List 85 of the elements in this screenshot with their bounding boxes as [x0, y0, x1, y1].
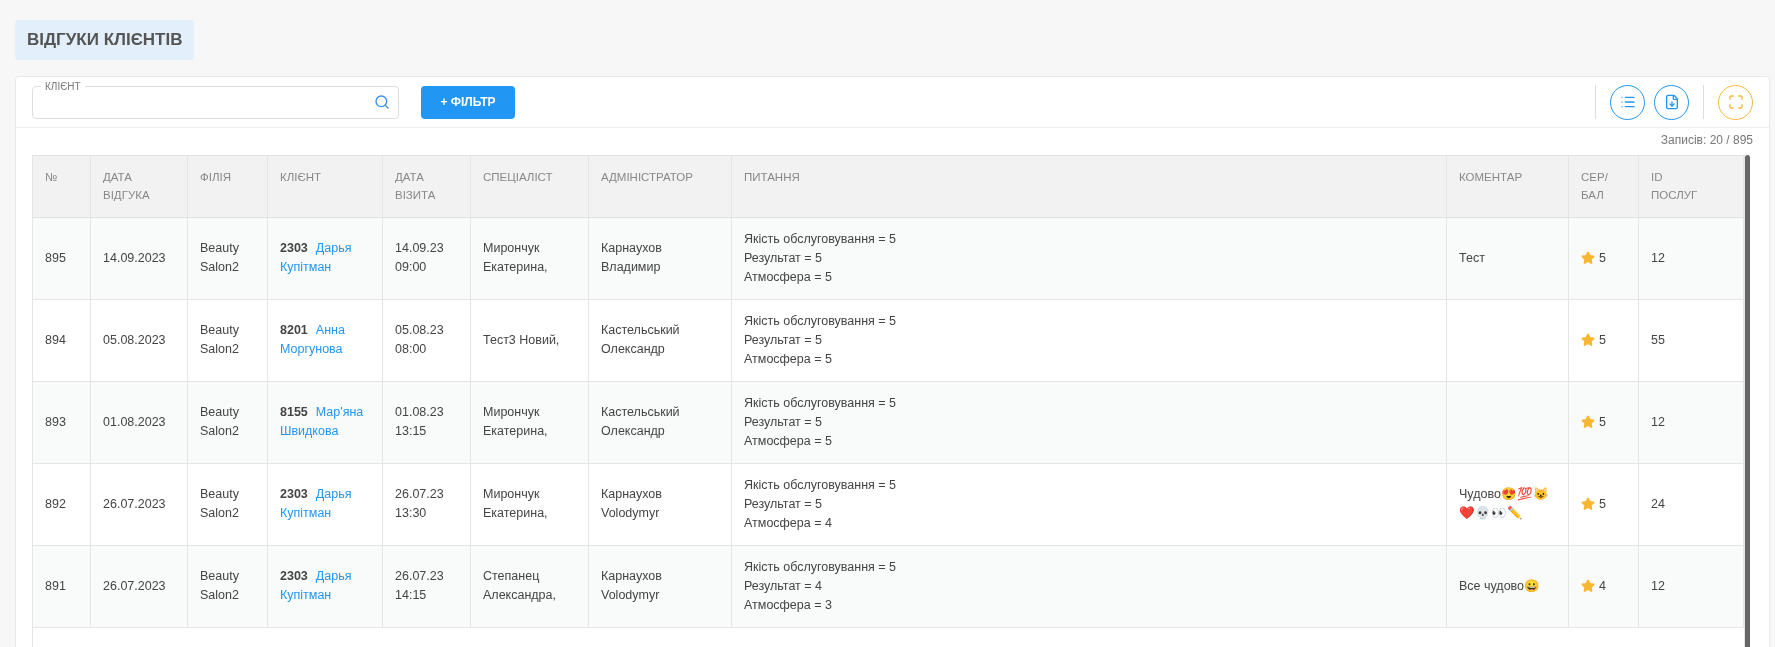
table-cell-text: 893	[45, 413, 66, 431]
question-score: Якість обслуговування = 5	[744, 394, 897, 412]
table-cell-text: 895	[45, 249, 66, 267]
table-cell-text: Карнаухов Владимир	[601, 240, 663, 276]
client-cell[interactable]: 8155 Мар'яна Швидкова	[280, 403, 370, 441]
comment-text: Все чудово😀	[1459, 577, 1541, 595]
search-icon	[374, 94, 390, 110]
table-cell-text: 12	[1651, 577, 1665, 595]
table-cell-text: Beauty Salon2	[200, 322, 240, 358]
table-cell-text: Кастельський Олександр	[601, 404, 681, 440]
question-score: Атмосфера = 3	[744, 596, 833, 614]
star-icon	[1581, 251, 1595, 265]
table-cell-text: Beauty Salon2	[200, 240, 240, 276]
column-header: ПИТАННЯ	[744, 169, 800, 185]
table-cell-text: 26.07.2023	[103, 577, 166, 595]
question-score: Атмосфера = 5	[744, 432, 833, 450]
column-header: №	[45, 169, 58, 185]
question-score: Атмосфера = 4	[744, 514, 833, 532]
table-cell-text: Кастельський Олександр	[601, 322, 681, 358]
column-header: СПЕЦІАЛІСТ	[483, 169, 553, 185]
star-icon	[1581, 415, 1595, 429]
column-header: ID ПОСЛУГ	[1651, 169, 1698, 203]
table-cell-text: Beauty Salon2	[200, 568, 240, 604]
table-cell-text: 14.09.23 09:00	[395, 240, 445, 276]
table-cell-text: 26.07.23 13:30	[395, 486, 445, 522]
table-cell-text: Карнаухов Volodymyr	[601, 486, 663, 522]
table-cell-text: 894	[45, 331, 66, 349]
table-cell-text: Мирончук Екатерина,	[483, 486, 549, 522]
table-cell-text: 12	[1651, 413, 1665, 431]
question-score: Результат = 5	[744, 331, 824, 349]
question-score: Результат = 4	[744, 577, 824, 595]
file-download-icon	[1663, 94, 1680, 110]
average-score: 5	[1599, 249, 1606, 267]
table-cell-text: Beauty Salon2	[200, 404, 240, 440]
table-cell-text: 26.07.23 14:15	[395, 568, 445, 604]
table-cell-text: 05.08.23 08:00	[395, 322, 445, 358]
table-cell-text: Тест3 Новий,	[483, 331, 560, 349]
client-cell[interactable]: 8201 Анна Моргунова	[280, 321, 370, 359]
table-cell-text: 24	[1651, 495, 1665, 513]
page-title: ВІДГУКИ КЛІЄНТІВ	[15, 20, 195, 60]
table-cell-text: 01.08.2023	[103, 413, 166, 431]
table-cell-text: 05.08.2023	[103, 331, 166, 349]
question-score: Атмосфера = 5	[744, 268, 833, 286]
question-score: Якість обслуговування = 5	[744, 312, 897, 330]
fullscreen-icon	[1727, 94, 1744, 110]
column-header: ФІЛІЯ	[200, 169, 231, 185]
question-score: Результат = 5	[744, 495, 824, 513]
client-cell[interactable]: 2303 Дарья Купітман	[280, 239, 370, 277]
column-header: СЕР/ БАЛ	[1581, 169, 1608, 203]
list-icon	[1619, 94, 1636, 110]
question-score: Якість обслуговування = 5	[744, 558, 897, 576]
star-icon	[1581, 333, 1595, 347]
average-score: 5	[1599, 331, 1606, 349]
average-score: 4	[1599, 577, 1606, 595]
table-cell-text: 55	[1651, 331, 1665, 349]
column-header: ДАТА ВІЗИТА	[395, 169, 436, 203]
table-cell-text: Beauty Salon2	[200, 486, 240, 522]
column-header: АДМІНІСТРАТОР	[601, 169, 693, 185]
table-cell-text: Мирончук Екатерина,	[483, 404, 549, 440]
column-header: КЛІЄНТ	[280, 169, 322, 185]
comment-text: Тест	[1459, 249, 1485, 267]
comment-text: Чудово😍💯😺❤💀👀✏	[1459, 486, 1550, 522]
question-score: Результат = 5	[744, 413, 824, 431]
question-score: Атмосфера = 5	[744, 350, 833, 368]
client-cell[interactable]: 2303 Дарья Купітман	[280, 567, 370, 605]
question-score: Якість обслуговування = 5	[744, 476, 897, 494]
column-header: КОМЕНТАР	[1459, 169, 1523, 185]
client-cell[interactable]: 2303 Дарья Купітман	[280, 485, 370, 523]
average-score: 5	[1599, 413, 1606, 431]
question-score: Якість обслуговування = 5	[744, 230, 897, 248]
table-cell-text: 14.09.2023	[103, 249, 166, 267]
table-cell-text: Мирончук Екатерина,	[483, 240, 549, 276]
column-header: ДАТА ВІДГУКА	[103, 169, 150, 203]
star-icon	[1581, 579, 1595, 593]
records-count: Записів: 20 / 895	[1660, 131, 1753, 149]
table-cell-text: 26.07.2023	[103, 495, 166, 513]
table-cell-text: Карнаухов Volodymyr	[601, 568, 663, 604]
table-cell-text: Степанец Александра,	[483, 568, 557, 604]
average-score: 5	[1599, 495, 1606, 513]
star-icon	[1581, 497, 1595, 511]
table-cell-text: 12	[1651, 249, 1665, 267]
table-cell-text: 01.08.23 13:15	[395, 404, 445, 440]
question-score: Результат = 5	[744, 249, 824, 267]
table-cell-text: 892	[45, 495, 66, 513]
table-cell-text: 891	[45, 577, 66, 595]
